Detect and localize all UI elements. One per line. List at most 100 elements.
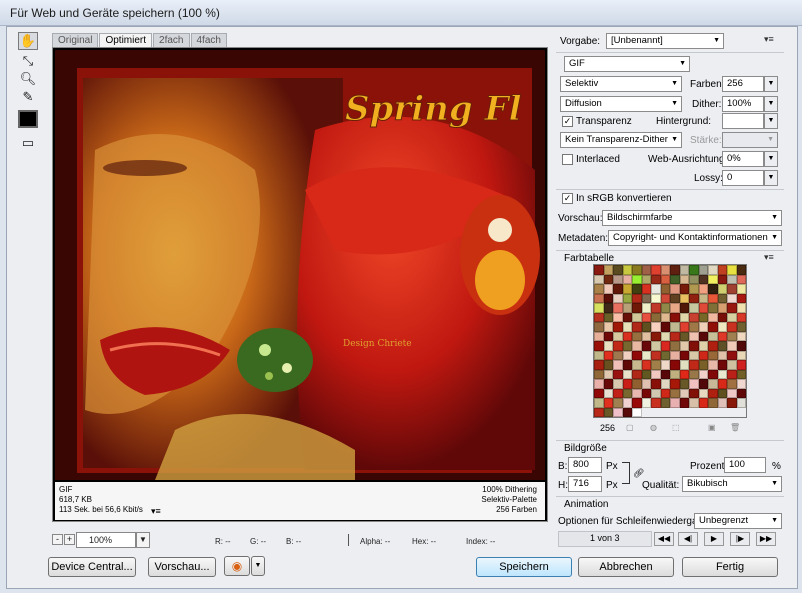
color-swatch[interactable] [698,331,708,341]
color-swatch[interactable] [727,274,737,284]
color-swatch[interactable] [689,350,699,360]
color-swatch[interactable] [632,398,642,408]
color-swatch[interactable] [689,303,699,313]
color-swatch[interactable] [698,369,708,379]
color-swatch[interactable] [622,398,632,408]
color-swatch[interactable] [651,322,661,332]
color-swatch[interactable] [689,331,699,341]
color-swatch[interactable] [670,274,680,284]
color-swatch[interactable] [594,284,604,294]
color-swatch[interactable] [622,312,632,322]
preview-mode-select[interactable]: Bildschirmfarbe [602,210,782,226]
color-swatch[interactable] [717,379,727,389]
new-color-icon[interactable]: ▣ [708,423,716,432]
color-swatch[interactable] [632,265,642,275]
color-swatch[interactable] [632,369,642,379]
color-swatch[interactable] [727,398,737,408]
color-swatch[interactable] [632,350,642,360]
color-swatch[interactable] [632,360,642,370]
color-swatch[interactable] [679,274,689,284]
color-swatch[interactable] [689,265,699,275]
color-swatch[interactable] [708,350,718,360]
color-swatch[interactable] [736,369,746,379]
color-swatch[interactable] [670,341,680,351]
info-menu-icon[interactable]: ▾≡ [151,506,161,516]
color-swatch[interactable] [613,369,623,379]
color-swatch[interactable] [717,341,727,351]
zoom-in-button[interactable]: + [64,534,75,545]
metadata-select[interactable]: Copyright- und Kontaktinformationen [608,230,782,246]
color-swatch[interactable] [698,303,708,313]
color-swatch[interactable] [717,265,727,275]
color-swatch[interactable] [698,360,708,370]
color-swatch[interactable] [613,388,623,398]
color-swatch[interactable] [632,331,642,341]
color-swatch[interactable] [594,322,604,332]
color-swatch[interactable] [632,322,642,332]
color-swatch[interactable] [679,360,689,370]
color-swatch[interactable] [736,388,746,398]
color-swatch[interactable] [594,379,604,389]
color-swatch[interactable] [622,303,632,313]
color-swatch[interactable] [670,398,680,408]
color-swatch[interactable] [641,341,651,351]
color-swatch[interactable] [689,388,699,398]
color-swatch[interactable] [641,331,651,341]
color-swatch[interactable] [670,284,680,294]
color-swatch[interactable] [660,312,670,322]
color-swatch[interactable] [660,274,670,284]
color-swatch[interactable] [603,274,613,284]
color-swatch[interactable] [622,274,632,284]
color-swatch[interactable] [603,388,613,398]
color-swatch[interactable] [651,350,661,360]
color-swatch[interactable] [670,388,680,398]
color-swatch[interactable] [679,398,689,408]
color-swatch[interactable] [660,303,670,313]
zoom-dropdown-icon[interactable]: ▼ [136,532,150,548]
hand-icon[interactable]: ✋ [18,32,38,50]
color-swatch[interactable] [603,331,613,341]
color-swatch[interactable] [670,312,680,322]
panel-menu-icon[interactable]: ▾≡ [764,34,774,45]
color-swatch[interactable] [622,360,632,370]
lock-color-icon[interactable]: ⬚ [672,423,680,432]
color-swatch[interactable] [660,388,670,398]
color-swatch[interactable] [708,322,718,332]
color-swatch[interactable] [651,341,661,351]
color-swatch[interactable] [698,388,708,398]
websnap-dropdown-icon[interactable]: ▼ [764,151,778,167]
eyedropper-color-swatch[interactable] [18,110,38,128]
color-swatch[interactable] [717,388,727,398]
previous-frame-icon[interactable]: ◀| [678,532,698,546]
color-swatch[interactable] [708,293,718,303]
color-swatch[interactable] [632,341,642,351]
color-swatch[interactable] [727,350,737,360]
preview-pane[interactable]: Spring Fl Design Chriete GIF 618,7 KB 11… [52,47,548,522]
color-swatch[interactable] [679,350,689,360]
color-swatch[interactable] [594,407,604,417]
color-swatch[interactable] [679,312,689,322]
color-swatch[interactable] [603,407,613,417]
color-swatch[interactable] [641,360,651,370]
color-swatch[interactable] [670,303,680,313]
color-swatch[interactable] [679,303,689,313]
color-swatch[interactable] [660,265,670,275]
color-swatch[interactable] [613,322,623,332]
color-swatch[interactable] [698,379,708,389]
tab-2up[interactable]: 2fach [153,33,190,47]
color-swatch[interactable] [641,369,651,379]
color-swatch[interactable] [698,284,708,294]
color-swatch[interactable] [736,312,746,322]
eyedropper-icon[interactable]: ✎ [18,88,38,106]
color-swatch[interactable] [594,293,604,303]
color-swatch[interactable] [641,398,651,408]
color-swatch[interactable] [651,369,661,379]
color-swatch[interactable] [641,350,651,360]
color-table-grid[interactable] [593,264,747,418]
color-swatch[interactable] [622,350,632,360]
color-swatch[interactable] [727,265,737,275]
color-swatch[interactable] [670,360,680,370]
color-swatch[interactable] [613,303,623,313]
color-swatch[interactable] [717,274,727,284]
color-swatch[interactable] [622,379,632,389]
